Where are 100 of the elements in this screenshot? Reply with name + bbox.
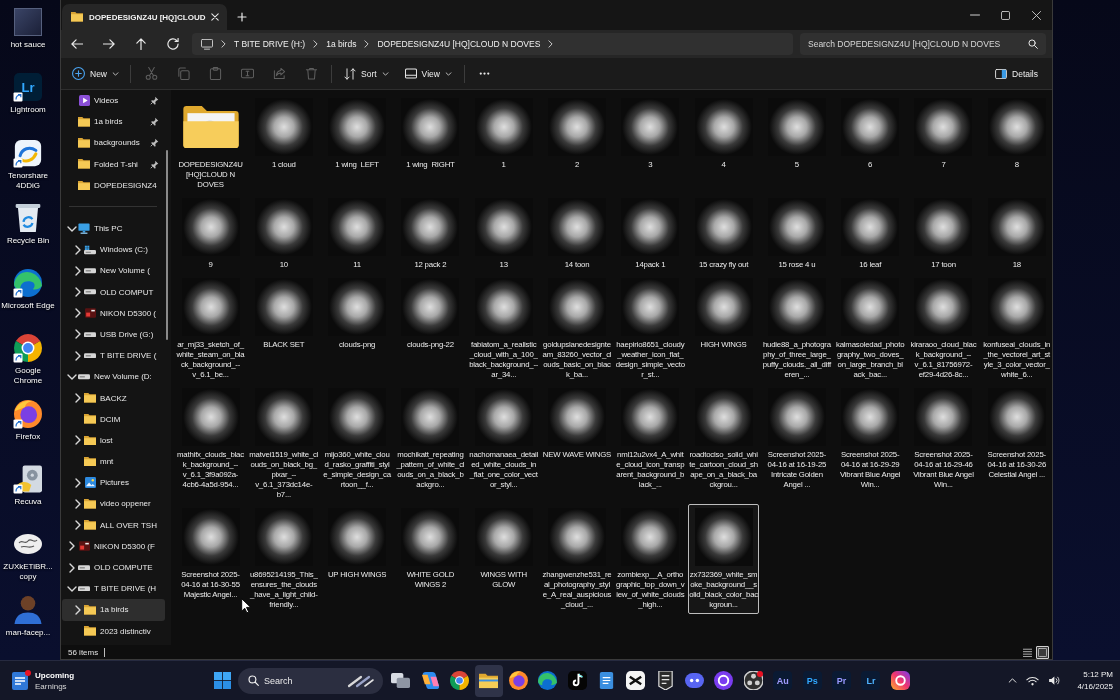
chevron-right-icon[interactable] [74, 520, 81, 531]
chevron-down-icon[interactable] [66, 585, 77, 592]
desktop-shortcut[interactable]: ZUXkETiBR... copy [0, 527, 56, 585]
chevron-right-icon[interactable] [74, 329, 81, 340]
tile-icon [1038, 647, 1047, 657]
sort-button[interactable]: Sort [338, 60, 395, 87]
details-button[interactable]: Details [989, 60, 1044, 87]
desktop-shortcut[interactable]: Lr Lightroom [0, 70, 56, 118]
chevron-right-icon[interactable] [221, 40, 226, 48]
widget-subtitle[interactable]: Earnings [35, 680, 75, 692]
details-pane-icon [995, 68, 1007, 79]
chevron-down-icon[interactable] [66, 225, 77, 232]
desktop-shortcut[interactable]: Recycle Bin [0, 200, 56, 248]
breadcrumb-item[interactable]: 1a birds [326, 39, 357, 49]
desktop-shortcut[interactable]: Firefox [0, 396, 56, 444]
nav-item[interactable]: ALL OVER TSH [62, 514, 165, 536]
desktop-shortcut[interactable]: Google Chrome [0, 331, 56, 389]
nav-item[interactable]: backgrounds [62, 132, 165, 154]
large-icons-view-button[interactable] [1036, 645, 1049, 659]
list-icon [1023, 647, 1032, 657]
wifi-icon[interactable] [1026, 675, 1040, 686]
taskbar-button[interactable] [475, 664, 503, 697]
chevron-right-icon[interactable] [74, 477, 81, 488]
folder-icon [84, 435, 96, 446]
nav-item[interactable]: OLD COMPUT [62, 281, 165, 303]
nav-item[interactable]: T BITE DRIVE (H [62, 578, 165, 600]
taskbar-button[interactable]: Ps [798, 664, 826, 697]
chevron-right-icon[interactable] [68, 562, 75, 573]
nav-item[interactable]: 2023 distinctiv [62, 620, 165, 642]
nav-item[interactable]: This PC [62, 217, 165, 240]
nav-item[interactable]: Pictures [62, 472, 165, 494]
clock-date[interactable]: 4/16/2025 [1077, 680, 1113, 693]
nav-item[interactable]: lost [62, 429, 165, 451]
chevron-right-icon[interactable] [74, 265, 81, 276]
taskbar-search-field[interactable]: Search [238, 667, 383, 694]
copy-icon [176, 67, 190, 80]
taskbar-button[interactable]: Lr [857, 664, 885, 697]
plus-icon[interactable] [237, 12, 248, 22]
nav-item[interactable]: BACKZ [62, 387, 165, 409]
nav-item[interactable]: New Volume (D: [62, 366, 165, 388]
taskbar-button[interactable]: Au [769, 664, 797, 697]
pen-drawing-icon [347, 673, 375, 688]
nav-item[interactable]: mnt [62, 451, 165, 473]
music-note-icon [567, 671, 587, 690]
chevron-right-icon[interactable] [313, 40, 319, 48]
chevron-right-icon[interactable] [364, 40, 370, 48]
trash-icon [304, 67, 318, 80]
desktop-shortcut[interactable]: Recuva [0, 462, 56, 510]
camera-drive-icon [84, 308, 96, 319]
nav-item[interactable]: video oppener [62, 493, 165, 515]
breadcrumb-item[interactable]: DOPEDESIGNZ4U [HQ]CLOUD N DOVES [377, 39, 541, 49]
nav-item[interactable]: DOPEDESIGNZ4 [62, 174, 165, 196]
chevron-down-icon[interactable] [66, 373, 77, 380]
news-widget-icon[interactable] [12, 671, 28, 690]
nav-item[interactable]: OLD COMPUTE [62, 556, 165, 579]
speaker-icon[interactable] [1048, 675, 1061, 686]
chevron-right-icon[interactable] [74, 498, 81, 509]
desktop-shortcut[interactable]: man-facep... [0, 592, 56, 640]
app-logo: Lr [861, 671, 881, 690]
share-icon [272, 67, 286, 80]
chevron-up-icon[interactable] [1008, 678, 1018, 683]
chevron-right-icon[interactable] [68, 541, 75, 552]
taskbar-button[interactable]: Pr [827, 664, 856, 697]
nav-item[interactable]: Videos [62, 90, 165, 112]
nav-item[interactable]: NIKON D5300 ( [62, 302, 165, 324]
photo-placeholder [14, 8, 42, 36]
nav-item[interactable]: 1a birds [62, 111, 165, 133]
nav-item[interactable]: 1a birds [62, 599, 165, 621]
ring-tile-icon [890, 671, 910, 690]
chevron-right-icon[interactable] [74, 244, 81, 255]
nav-item[interactable]: Windows (C:) [62, 239, 165, 261]
swirl-app-icon [14, 138, 42, 167]
chevron-right-icon[interactable] [74, 287, 81, 298]
nav-item[interactable]: New Volume ( [62, 260, 165, 282]
nav-item[interactable]: Folded T-shi [62, 153, 165, 175]
nav-item[interactable]: DCIM [62, 408, 165, 430]
clock-time[interactable]: 5:12 PM [1083, 668, 1113, 681]
chevron-right-icon[interactable] [74, 604, 81, 615]
chevron-right-icon[interactable] [74, 350, 81, 361]
chevron-right-icon[interactable] [548, 40, 554, 48]
widget-title[interactable]: Upcoming [35, 669, 75, 681]
desktop-shortcut[interactable]: Microsoft Edge [0, 266, 56, 314]
address-bar[interactable]: T BITE DRIVE (H:) 1a birds DOPEDESIGNZ4U [HQ]CLOUD N DOVES [192, 33, 793, 55]
tab[interactable]: DOPEDESIGNZ4U [HQ]CLOUD [62, 4, 228, 30]
system-drive-icon [84, 244, 96, 255]
desktop-shortcut[interactable]: Tenorshare 4DDiG [0, 135, 56, 193]
breadcrumb-item[interactable]: T BITE DRIVE (H:) [234, 39, 306, 49]
chevron-right-icon[interactable] [74, 435, 81, 446]
chevron-right-icon[interactable] [74, 308, 81, 319]
desktop-shortcut[interactable]: hot sauce [0, 5, 56, 52]
nav-item[interactable]: T BITE DRIVE ( [62, 345, 165, 367]
search-field[interactable]: Search DOPEDESIGNZ4U [HQ]CLOUD N DOVES [800, 33, 1046, 55]
view-button[interactable]: View [398, 60, 458, 87]
scrollbar-thumb[interactable] [166, 150, 168, 340]
nav-item[interactable]: NIKON D5300 (F [62, 535, 165, 557]
nav-item[interactable]: USB Drive (G:) [62, 323, 165, 346]
new-button[interactable]: New [67, 60, 124, 87]
close-icon[interactable] [211, 13, 220, 21]
chevron-right-icon[interactable] [74, 393, 81, 404]
computer-icon [78, 223, 90, 235]
